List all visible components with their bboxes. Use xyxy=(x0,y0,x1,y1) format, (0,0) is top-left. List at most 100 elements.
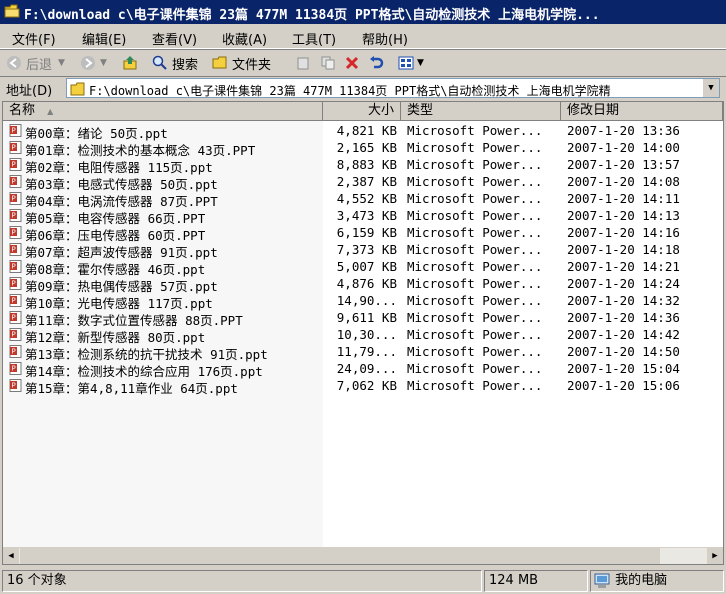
file-row[interactable]: P 第04章：电涡流传感器 87页.PPT 4,552 KB Microsoft Po… xyxy=(3,190,723,209)
svg-text:P: P xyxy=(12,331,16,339)
address-value: F:\download c\电子课件集锦 23篇 477M 11384页 PPT… xyxy=(89,84,611,98)
file-size: 6,159 KB xyxy=(336,225,397,240)
views-button[interactable]: ▼ xyxy=(398,53,424,73)
views-icon xyxy=(398,56,414,70)
column-size-label: 大小 xyxy=(367,103,394,118)
menu-tools[interactable]: 工具(T) xyxy=(292,29,336,48)
chevron-down-icon: ▼ xyxy=(100,58,107,68)
file-row[interactable]: P 第12章：新型传感器 80页.ppt 10,30... Microsoft Pow… xyxy=(3,326,723,345)
menu-view[interactable]: 查看(V) xyxy=(152,29,197,48)
forward-button[interactable]: ▼ xyxy=(80,53,107,73)
file-row[interactable]: P 第03章：电感式传感器 50页.ppt 2,387 KB Microsoft Po… xyxy=(3,173,723,192)
address-dropdown-button[interactable]: ▼ xyxy=(702,79,719,97)
file-row[interactable]: P 第02章：电阻传感器 115页.ppt 8,883 KB Microsoft Po… xyxy=(3,156,723,175)
column-modified-label: 修改日期 xyxy=(567,103,620,118)
move-to-button[interactable] xyxy=(296,53,312,73)
folder-icon xyxy=(4,4,20,18)
file-row[interactable]: P 第14章：检测技术的综合应用 176页.ppt 24,09... Microsof… xyxy=(3,360,723,379)
file-type: Microsoft Power... xyxy=(407,208,543,223)
file-row[interactable]: P 第01章：检测技术的基本概念 43页.PPT 2,165 KB Microsoft… xyxy=(3,139,723,158)
scrollbar-thumb[interactable] xyxy=(20,548,660,564)
column-type-label: 类型 xyxy=(407,103,434,118)
file-row[interactable]: P 第05章：电容传感器 66页.PPT 3,473 KB Microsoft Pow… xyxy=(3,207,723,226)
file-row[interactable]: P 第06章：压电传感器 60页.PPT 6,159 KB Microsoft Pow… xyxy=(3,224,723,243)
back-button[interactable]: 后退 ▼ xyxy=(6,53,65,73)
back-label: 后退 xyxy=(26,57,53,73)
horizontal-scrollbar[interactable]: ◀ ▶ xyxy=(3,547,723,564)
delete-button[interactable] xyxy=(344,53,360,73)
file-modified: 2007-1-20 14:11 xyxy=(567,191,680,206)
status-object-count: 16 个对象 xyxy=(2,570,482,592)
status-bar: 16 个对象 124 MB 我的电脑 xyxy=(0,569,726,594)
powerpoint-file-icon: P xyxy=(9,175,22,188)
file-modified: 2007-1-20 14:36 xyxy=(567,310,680,325)
file-type: Microsoft Power... xyxy=(407,225,543,240)
scroll-right-button[interactable]: ▶ xyxy=(707,548,723,564)
column-header-name[interactable]: 名称 ▲ xyxy=(3,102,323,121)
file-row[interactable]: P 第08章：霍尔传感器 46页.ppt 5,007 KB Microsoft Pow… xyxy=(3,258,723,277)
menu-edit[interactable]: 编辑(E) xyxy=(82,29,126,48)
svg-text:P: P xyxy=(12,348,16,356)
search-button[interactable]: 搜索 xyxy=(152,53,198,73)
file-row[interactable]: P 第11章：数字式位置传感器 88页.PPT 9,611 KB Microsoft … xyxy=(3,309,723,328)
file-row[interactable]: P 第07章：超声波传感器 91页.ppt 7,373 KB Microsoft Po… xyxy=(3,241,723,260)
file-row[interactable]: P 第00章：绪论 50页.ppt 4,821 KB Microsoft Power.… xyxy=(3,122,723,141)
search-label: 搜索 xyxy=(172,57,199,73)
folders-button[interactable]: 文件夹 xyxy=(212,53,271,73)
column-header-type[interactable]: 类型 xyxy=(401,102,561,121)
menu-favorites[interactable]: 收藏(A) xyxy=(222,29,267,48)
file-modified: 2007-1-20 14:16 xyxy=(567,225,680,240)
file-size: 14,90... xyxy=(336,293,397,308)
powerpoint-file-icon: P xyxy=(9,141,22,154)
back-arrow-icon xyxy=(7,56,21,70)
powerpoint-file-icon: P xyxy=(9,124,22,137)
file-row[interactable]: P 第15章：第4,8,11章作业 64页.ppt 7,062 KB Microsof… xyxy=(3,377,723,396)
search-icon xyxy=(152,55,167,70)
file-type: Microsoft Power... xyxy=(407,157,543,172)
file-modified: 2007-1-20 13:57 xyxy=(567,157,680,172)
menu-file[interactable]: 文件(F) xyxy=(12,29,56,48)
file-modified: 2007-1-20 13:36 xyxy=(567,123,680,138)
address-label: 地址(D) xyxy=(6,84,53,99)
file-row[interactable]: P 第10章：光电传感器 117页.ppt 14,90... Microsoft Po… xyxy=(3,292,723,311)
file-modified: 2007-1-20 14:42 xyxy=(567,327,680,342)
file-type: Microsoft Power... xyxy=(407,259,543,274)
svg-text:P: P xyxy=(12,382,16,390)
menu-help[interactable]: 帮助(H) xyxy=(362,29,408,48)
file-size: 7,062 KB xyxy=(336,378,397,393)
file-row[interactable]: P 第13章：检测系统的抗干扰技术 91页.ppt 11,79... Microsof… xyxy=(3,343,723,362)
window-title: F:\download c\电子课件集锦 23篇 477M 11384页 PPT… xyxy=(24,8,600,23)
svg-text:P: P xyxy=(12,161,16,169)
svg-text:P: P xyxy=(12,127,16,135)
column-header-modified[interactable]: 修改日期 xyxy=(561,102,723,121)
svg-text:P: P xyxy=(12,297,16,305)
svg-text:P: P xyxy=(12,195,16,203)
copy-to-button[interactable] xyxy=(320,53,336,73)
column-header-size[interactable]: 大小 xyxy=(323,102,401,121)
title-bar[interactable]: F:\download c\电子课件集锦 23篇 477M 11384页 PPT… xyxy=(0,0,726,24)
file-type: Microsoft Power... xyxy=(407,242,543,257)
svg-text:P: P xyxy=(12,144,16,152)
svg-text:P: P xyxy=(12,263,16,271)
file-size: 3,473 KB xyxy=(336,208,397,223)
file-type: Microsoft Power... xyxy=(407,327,543,342)
scroll-left-button[interactable]: ◀ xyxy=(3,548,19,564)
file-row[interactable]: P 第09章：热电偶传感器 57页.ppt 4,876 KB Microsoft Po… xyxy=(3,275,723,294)
file-modified: 2007-1-20 14:21 xyxy=(567,259,680,274)
file-type: Microsoft Power... xyxy=(407,123,543,138)
file-type: Microsoft Power... xyxy=(407,174,543,189)
file-list[interactable]: 名称 ▲ 大小 类型 修改日期 P 第00章：绪论 50页.ppt 4,821 KB… xyxy=(2,101,724,565)
file-size: 9,611 KB xyxy=(336,310,397,325)
file-size: 8,883 KB xyxy=(336,157,397,172)
powerpoint-file-icon: P xyxy=(9,345,22,358)
status-total-size: 124 MB xyxy=(484,570,588,592)
file-type: Microsoft Power... xyxy=(407,310,543,325)
powerpoint-file-icon: P xyxy=(9,226,22,239)
file-type: Microsoft Power... xyxy=(407,276,543,291)
up-button[interactable] xyxy=(122,53,138,73)
svg-text:P: P xyxy=(12,246,16,254)
address-field[interactable]: F:\download c\电子课件集锦 23篇 477M 11384页 PPT… xyxy=(66,78,720,98)
undo-button[interactable] xyxy=(368,53,384,73)
file-size: 24,09... xyxy=(336,361,397,376)
file-type: Microsoft Power... xyxy=(407,378,543,393)
